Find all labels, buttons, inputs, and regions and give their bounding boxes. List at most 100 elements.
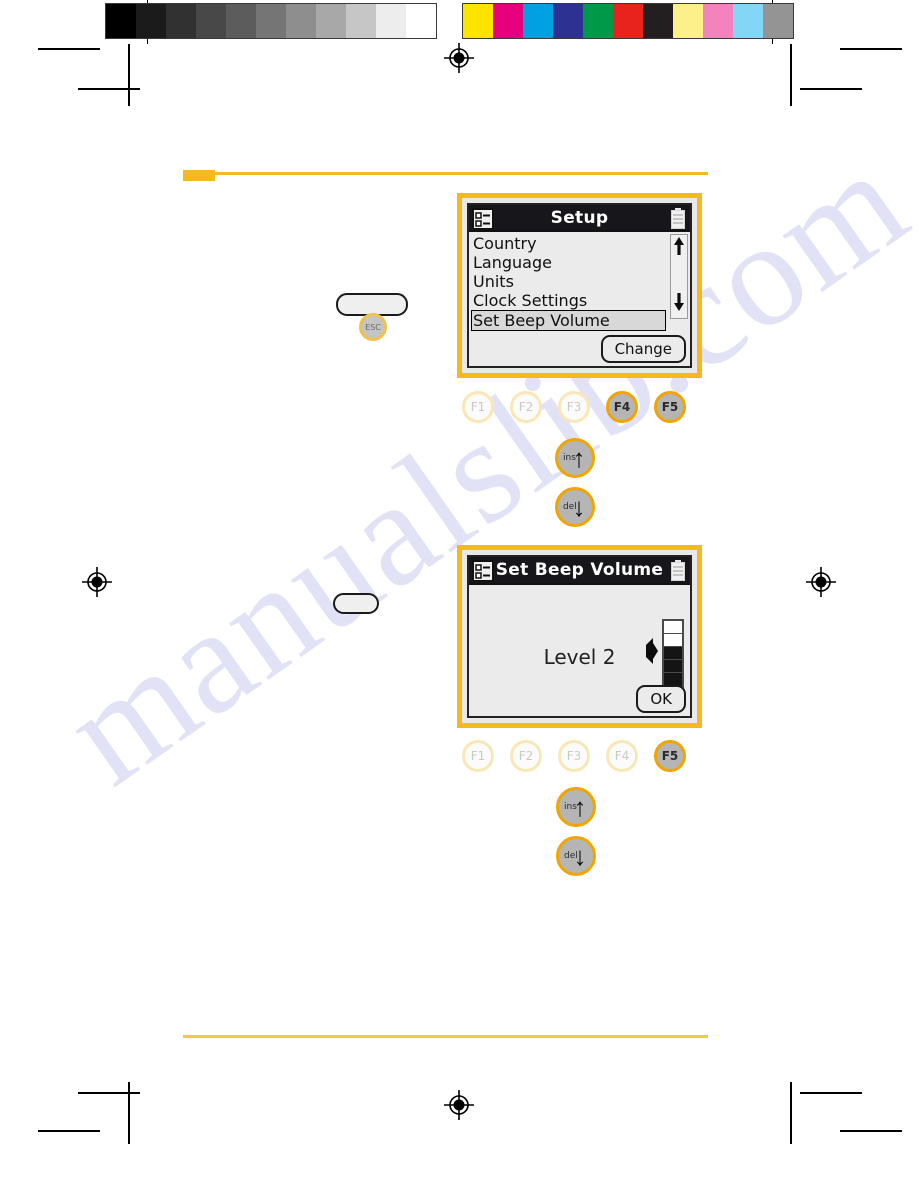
fkey-f3-label: F3 [566, 400, 582, 414]
screen1-title: Setup [550, 207, 609, 228]
scroll-down-arrow-icon[interactable] [673, 292, 685, 317]
volume-bar-meter [662, 619, 684, 688]
fkey-f3-row2-label: F3 [566, 749, 582, 763]
function-key-row-1: F1 F2 F3 F4 F5 [462, 391, 686, 423]
fkey-f4[interactable]: F4 [606, 391, 638, 423]
color-swatch-3 [523, 4, 553, 38]
gray-swatch-6 [256, 4, 286, 38]
speaker-icon [644, 637, 660, 670]
registration-target-right [806, 567, 836, 597]
change-button[interactable]: Change [600, 335, 686, 363]
checklist-icon [472, 560, 494, 587]
crop-mark-bottom-right-h2 [800, 1092, 862, 1094]
fkey-f5-label: F5 [661, 400, 679, 414]
registration-target-top [444, 43, 474, 73]
color-swatch-4 [553, 4, 583, 38]
callout-box-2 [333, 593, 379, 614]
arrow-key-up-2-label: ins [564, 802, 577, 812]
fkey-f5-row2[interactable]: F5 [654, 740, 686, 772]
menu-item-set-beep-volume[interactable]: Set Beep Volume [471, 310, 666, 332]
crop-mark-top-left-v [128, 44, 130, 106]
screen1-menu-list[interactable]: Country Language Units Clock Settings Se… [469, 232, 690, 332]
gray-swatch-11 [406, 4, 436, 38]
fkey-f5-row2-label: F5 [661, 749, 679, 763]
screen1-softkey-bar: Change [469, 331, 690, 366]
arrow-key-down-2[interactable]: del ↓ [556, 836, 596, 876]
fkey-f4-row2[interactable]: F4 [606, 740, 638, 772]
color-swatch-group [462, 3, 794, 39]
color-swatch-8 [673, 4, 703, 38]
battery-icon [670, 208, 686, 235]
esc-key-1[interactable]: ESC [359, 313, 387, 341]
fkey-f3[interactable]: F3 [558, 391, 590, 423]
registration-target-bottom [444, 1090, 474, 1120]
fkey-f4-label: F4 [613, 400, 631, 414]
header-rule-block [183, 170, 215, 181]
gray-swatch-5 [226, 4, 256, 38]
screen2-title: Set Beep Volume [495, 560, 664, 580]
manual-page: manualslib.com ESC Setup Country Languag… [0, 0, 918, 1188]
crop-mark-top-right-h [840, 48, 902, 50]
crop-mark-bottom-right-h [840, 1130, 902, 1132]
menu-item-language[interactable]: Language [473, 253, 688, 272]
gray-swatch-7 [286, 4, 316, 38]
screen2-softkey-bar: OK [469, 680, 690, 716]
crop-mark-bottom-left-h [38, 1130, 100, 1132]
arrow-key-down-1[interactable]: del ↓ [555, 487, 595, 527]
volume-segment-2 [664, 660, 682, 673]
fkey-f2-row2[interactable]: F2 [510, 740, 542, 772]
volume-indicator [644, 619, 684, 688]
arrow-key-up-2[interactable]: ins ↑ [556, 787, 596, 827]
color-swatch-5 [583, 4, 613, 38]
crop-mark-top-left-h2 [78, 88, 140, 90]
scroll-up-arrow-icon[interactable] [673, 236, 685, 261]
gray-swatch-10 [376, 4, 406, 38]
color-swatch-10 [733, 4, 763, 38]
gray-swatch-3 [166, 4, 196, 38]
menu-item-units[interactable]: Units [473, 272, 688, 291]
fkey-f1-label: F1 [470, 400, 486, 414]
color-swatch-9 [703, 4, 733, 38]
screen1-titlebar: Setup [469, 205, 690, 235]
fkey-f3-row2[interactable]: F3 [558, 740, 590, 772]
menu-item-clock-settings[interactable]: Clock Settings [473, 291, 688, 310]
menu-scrollbar[interactable] [670, 234, 688, 320]
fkey-f2-row2-label: F2 [518, 749, 534, 763]
fkey-f1-row2-label: F1 [470, 749, 486, 763]
esc-key-label: ESC [365, 322, 381, 332]
menu-item-country[interactable]: Country [473, 234, 688, 253]
ok-button[interactable]: OK [636, 685, 686, 713]
crop-mark-bottom-left-h2 [78, 1092, 140, 1094]
footer-rule [183, 1035, 708, 1038]
print-calibration-bar [0, 0, 918, 44]
volume-segment-3 [664, 647, 682, 660]
color-swatch-2 [493, 4, 523, 38]
gray-swatch-9 [346, 4, 376, 38]
device-screen-set-beep-volume: Set Beep Volume Level 2 OK [457, 545, 702, 728]
device-screen-setup: Setup Country Language Units Clock Setti… [457, 193, 702, 378]
grayscale-swatch-group [105, 3, 437, 39]
fkey-f1[interactable]: F1 [462, 391, 494, 423]
color-swatch-7 [643, 4, 673, 38]
arrow-key-down-2-label: del [564, 851, 578, 861]
arrow-key-up-1-label: ins [563, 453, 576, 463]
screen2-titlebar: Set Beep Volume [469, 557, 690, 585]
crop-mark-bottom-right-v [790, 1082, 792, 1144]
battery-icon [670, 560, 686, 587]
screen2-body: Level 2 [469, 585, 690, 688]
crop-mark-top-left-h [38, 48, 100, 50]
crop-mark-top-right-h2 [800, 88, 862, 90]
gray-swatch-4 [196, 4, 226, 38]
fkey-f5[interactable]: F5 [654, 391, 686, 423]
color-swatch-1 [463, 4, 493, 38]
fkey-f4-row2-label: F4 [614, 749, 630, 763]
fkey-f1-row2[interactable]: F1 [462, 740, 494, 772]
function-key-row-2: F1 F2 F3 F4 F5 [462, 740, 686, 772]
volume-segment-4 [664, 634, 682, 647]
arrow-key-up-1[interactable]: ins ↑ [555, 438, 595, 478]
fkey-f2[interactable]: F2 [510, 391, 542, 423]
gray-swatch-8 [316, 4, 346, 38]
volume-segment-5 [664, 621, 682, 634]
crop-mark-top-right-v [790, 44, 792, 106]
registration-target-left [82, 567, 112, 597]
